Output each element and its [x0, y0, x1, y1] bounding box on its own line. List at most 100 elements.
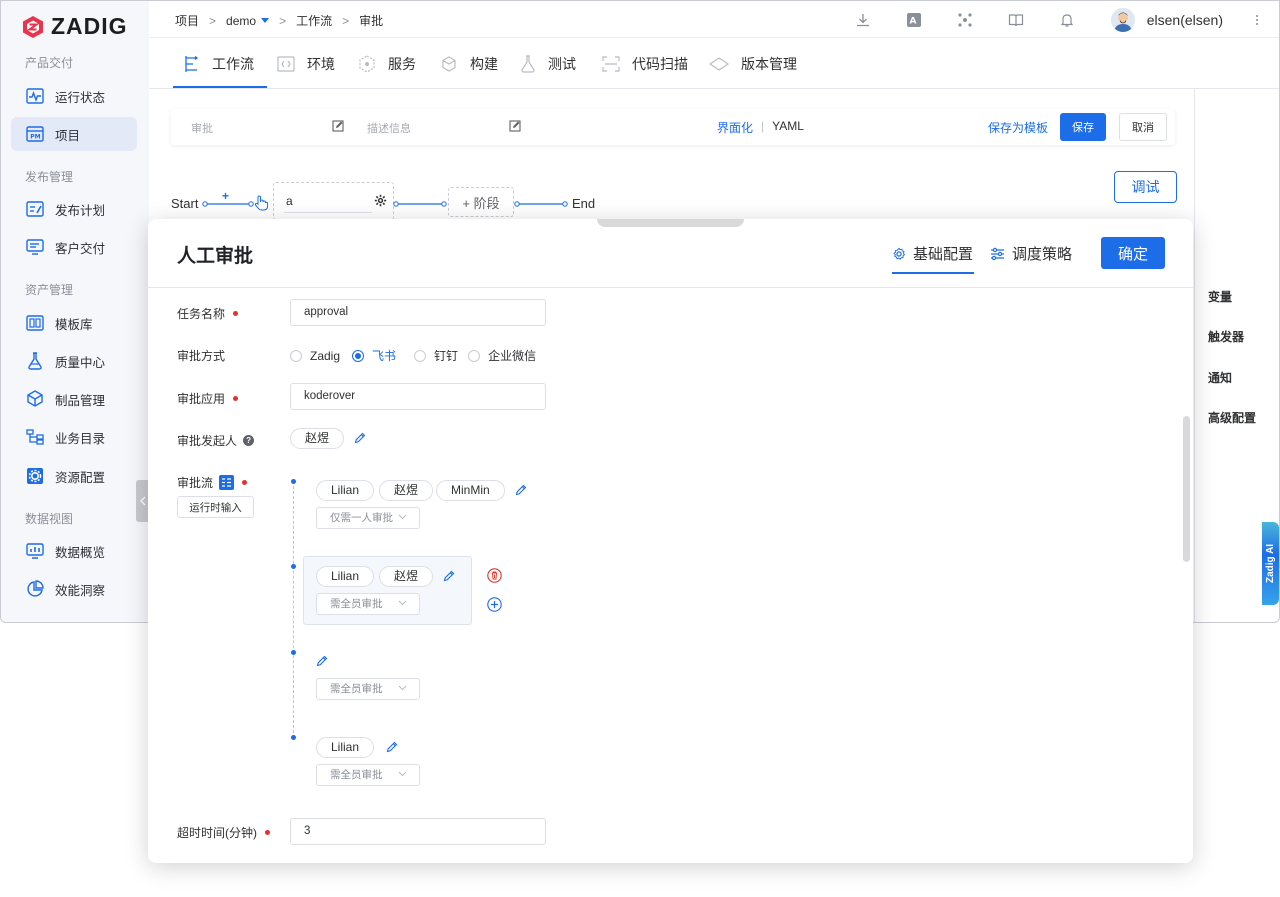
sidebar-item-template[interactable]: 模板库 [11, 306, 137, 340]
approval-rule-select[interactable]: 需全员审批 [316, 678, 420, 700]
sidebar-item-release-plan[interactable]: 发布计划 [11, 192, 137, 226]
task-name-input[interactable]: approval [290, 299, 546, 326]
edit-icon[interactable] [332, 120, 344, 132]
sidebar-item-artifact[interactable]: 制品管理 [11, 382, 137, 416]
radio-zadig[interactable]: Zadig [290, 349, 340, 363]
sidebar-group-title: 发布管理 [25, 170, 74, 184]
package-icon [25, 389, 45, 409]
mode-ui[interactable]: 界面化 [717, 119, 753, 136]
tab-service[interactable]: 服务 [358, 38, 416, 89]
timeout-input[interactable]: 3 [290, 818, 546, 845]
stage-name-input[interactable]: a [284, 191, 372, 213]
workflow-name-field[interactable]: 审批 [191, 120, 213, 136]
docs-icon[interactable] [991, 12, 1042, 28]
sidebar-item-quality[interactable]: 质量中心 [11, 344, 137, 378]
save-button[interactable]: 保存 [1060, 113, 1106, 141]
approval-rule-select[interactable]: 需全员审批 [316, 593, 420, 615]
breadcrumb-separator: > [279, 13, 287, 28]
radio-wecom[interactable]: 企业微信 [468, 347, 536, 364]
settings-triggers[interactable]: 触发器 [1208, 328, 1244, 345]
bell-icon[interactable] [1042, 12, 1093, 28]
version-icon [709, 56, 729, 71]
debug-button[interactable]: 调试 [1114, 171, 1177, 203]
more-vertical-icon[interactable] [1245, 14, 1269, 26]
confirm-button[interactable]: 确定 [1101, 237, 1165, 269]
save-as-template-link[interactable]: 保存为模板 [988, 119, 1048, 136]
approval-rule-select[interactable]: 仅需一人审批 [316, 507, 420, 529]
drawer-drag-handle[interactable] [597, 219, 744, 227]
settings-advanced[interactable]: 高级配置 [1208, 409, 1256, 426]
logo[interactable]: ZADIG [21, 13, 128, 40]
sidebar: ZADIG 产品交付 运行状态 PM 项目 发布管理 发布计划 客户交付 资产管… [1, 1, 149, 622]
cancel-button[interactable]: 取消 [1119, 113, 1167, 141]
approver-tag: Lilian [316, 566, 375, 587]
workflow-description-field[interactable]: 描述信息 [367, 120, 411, 136]
tab-basic-config[interactable]: 基础配置 [892, 243, 973, 264]
radio-feishu[interactable]: 飞书 [352, 347, 396, 364]
drawer-scrollbar[interactable] [1183, 416, 1190, 562]
radio-dingtalk[interactable]: 钉钉 [414, 347, 458, 364]
active-tab-indicator [173, 86, 267, 88]
language-icon[interactable]: A [889, 12, 940, 28]
tab-environment[interactable]: 环境 [277, 38, 335, 89]
pencil-icon[interactable] [515, 484, 527, 496]
breadcrumb-item[interactable]: 工作流 [296, 12, 332, 29]
sidebar-item-status[interactable]: 运行状态 [11, 79, 137, 113]
pencil-icon[interactable] [443, 570, 455, 582]
add-stage-button[interactable]: + 阶段 [448, 187, 514, 217]
sidebar-item-project[interactable]: PM 项目 [11, 117, 137, 151]
settings-variables[interactable]: 变量 [1208, 288, 1232, 305]
initiator-tag: 赵煜 [290, 428, 345, 449]
zadig-ai-button[interactable]: Zadig AI [1262, 522, 1279, 605]
tab-code-scan[interactable]: 代码扫描 [602, 38, 688, 89]
pencil-icon[interactable] [316, 655, 328, 667]
project-selector[interactable]: demo [226, 14, 270, 28]
delete-icon[interactable] [487, 568, 502, 583]
breadcrumb-item[interactable]: 项目 [175, 12, 199, 29]
help-icon[interactable]: ? [243, 435, 255, 446]
add-job-button[interactable]: + [222, 189, 229, 203]
tab-label: 构建 [470, 55, 498, 72]
sidebar-item-resource[interactable]: 资源配置 [11, 459, 137, 493]
approval-app-label: 审批应用 [177, 390, 239, 407]
user-menu[interactable]: elsen(elsen) [1110, 7, 1223, 32]
settings-notify[interactable]: 通知 [1208, 369, 1232, 386]
pencil-icon[interactable] [354, 432, 366, 444]
gear-icon [893, 247, 906, 260]
pencil-icon[interactable] [386, 741, 398, 753]
download-icon[interactable] [838, 12, 889, 28]
approval-rule-select[interactable]: 需全员审批 [316, 764, 420, 786]
network-icon[interactable] [940, 12, 991, 28]
stage-card[interactable]: a [273, 182, 394, 220]
sidebar-item-data-overview[interactable]: 数据概览 [11, 534, 137, 568]
mode-yaml[interactable]: YAML [772, 119, 804, 136]
breadcrumb-separator: > [209, 13, 217, 28]
tab-test[interactable]: 测试 [520, 38, 576, 89]
gear-icon[interactable] [374, 194, 387, 207]
service-icon [359, 54, 375, 73]
release-plan-icon [25, 199, 45, 219]
tab-version[interactable]: 版本管理 [709, 38, 797, 89]
sidebar-item-insight[interactable]: 效能洞察 [11, 572, 137, 606]
sidebar-item-catalog[interactable]: 业务目录 [11, 420, 137, 454]
approval-method-label: 审批方式 [177, 347, 225, 364]
runtime-input-button[interactable]: 运行时输入 [177, 496, 254, 518]
tab-schedule-policy[interactable]: 调度策略 [990, 243, 1072, 264]
approver-tag: Lilian [316, 737, 375, 758]
flow-list-icon[interactable] [219, 475, 235, 490]
tab-workflow[interactable]: 工作流 [184, 38, 254, 89]
approval-app-select[interactable]: koderover [290, 383, 546, 410]
build-icon [442, 55, 456, 72]
approver-tag: MinMin [436, 480, 505, 501]
tab-build[interactable]: 构建 [440, 38, 498, 89]
flow-node-dot [291, 564, 296, 569]
sidebar-item-customer-delivery[interactable]: 客户交付 [11, 230, 137, 264]
edit-icon[interactable] [509, 120, 521, 132]
drawer-title: 人工审批 [177, 246, 254, 267]
breadcrumb-item: 审批 [359, 14, 384, 28]
chevron-left-icon [139, 496, 145, 506]
customer-delivery-icon [25, 237, 45, 257]
breadcrumb-separator: > [342, 13, 350, 28]
tab-label: 测试 [548, 55, 576, 72]
add-circle-icon[interactable] [487, 597, 502, 612]
